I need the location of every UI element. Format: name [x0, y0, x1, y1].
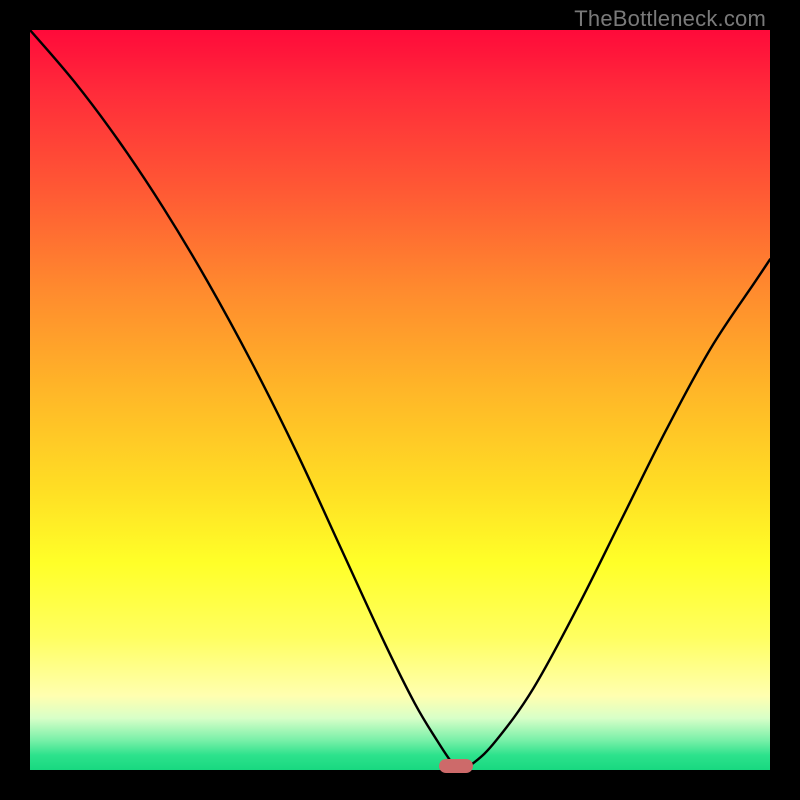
optimal-point-marker	[439, 759, 473, 773]
watermark-text: TheBottleneck.com	[574, 6, 766, 32]
bottleneck-curve	[30, 30, 770, 770]
chart-container: TheBottleneck.com	[0, 0, 800, 800]
plot-area	[30, 30, 770, 770]
